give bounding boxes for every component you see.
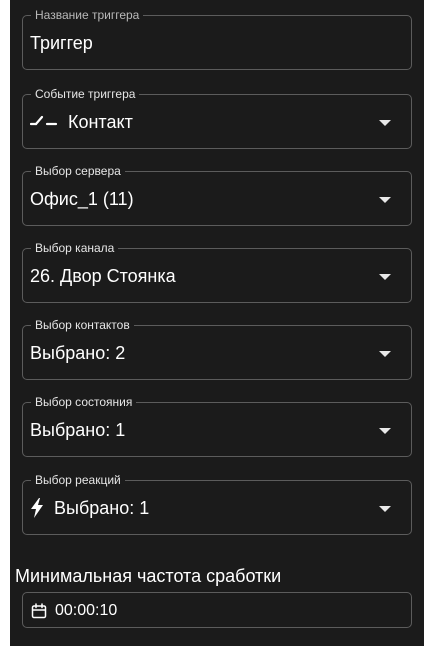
channel-label: Выбор канала bbox=[31, 241, 119, 255]
reactions-value-group: Выбрано: 1 bbox=[30, 496, 149, 520]
trigger-event-select[interactable]: Событие триггера Контакт bbox=[22, 87, 412, 149]
trigger-name-value[interactable]: Триггер bbox=[30, 31, 93, 55]
chevron-down-icon[interactable] bbox=[379, 197, 391, 203]
lightning-icon bbox=[30, 498, 44, 518]
min-frequency-value[interactable]: 00:00:10 bbox=[55, 601, 117, 621]
trigger-name-label: Название триггера bbox=[31, 8, 144, 22]
contacts-value: Выбрано: 2 bbox=[30, 343, 126, 363]
chevron-down-icon[interactable] bbox=[379, 120, 391, 126]
server-value: Офис_1 (11) bbox=[30, 189, 134, 209]
contact-switch-icon bbox=[30, 114, 58, 130]
chevron-down-icon[interactable] bbox=[379, 274, 391, 280]
contacts-label: Выбор контактов bbox=[31, 318, 134, 332]
min-frequency-label: Минимальная частота сработки bbox=[15, 566, 282, 586]
min-frequency-time-input[interactable]: 00:00:10 bbox=[22, 592, 412, 628]
trigger-event-value-group: Контакт bbox=[30, 110, 133, 134]
contacts-select[interactable]: Выбор контактов Выбрано: 2 bbox=[22, 318, 412, 380]
trigger-name-field[interactable]: Название триггера Триггер bbox=[22, 8, 412, 70]
states-select[interactable]: Выбор состояния Выбрано: 1 bbox=[22, 395, 412, 457]
chevron-down-icon[interactable] bbox=[379, 351, 391, 357]
trigger-event-value: Контакт bbox=[68, 112, 133, 132]
reactions-label: Выбор реакций bbox=[31, 473, 125, 487]
server-select[interactable]: Выбор сервера Офис_1 (11) bbox=[22, 164, 412, 226]
trigger-event-label: Событие триггера bbox=[31, 87, 140, 101]
channel-value: 26. Двор Стоянка bbox=[30, 266, 176, 286]
chevron-down-icon[interactable] bbox=[379, 506, 391, 512]
reactions-value: Выбрано: 1 bbox=[54, 498, 150, 518]
calendar-icon[interactable] bbox=[31, 603, 47, 619]
states-value: Выбрано: 1 bbox=[30, 420, 126, 440]
server-label: Выбор сервера bbox=[31, 164, 125, 178]
chevron-down-icon[interactable] bbox=[379, 428, 391, 434]
states-label: Выбор состояния bbox=[31, 395, 137, 409]
min-frequency-value-group: 00:00:10 bbox=[31, 601, 117, 621]
channel-select[interactable]: Выбор канала 26. Двор Стоянка bbox=[22, 241, 412, 303]
trigger-settings-panel: Название триггера Триггер Событие тригге… bbox=[10, 0, 424, 646]
reactions-select[interactable]: Выбор реакций Выбрано: 1 bbox=[22, 473, 412, 535]
